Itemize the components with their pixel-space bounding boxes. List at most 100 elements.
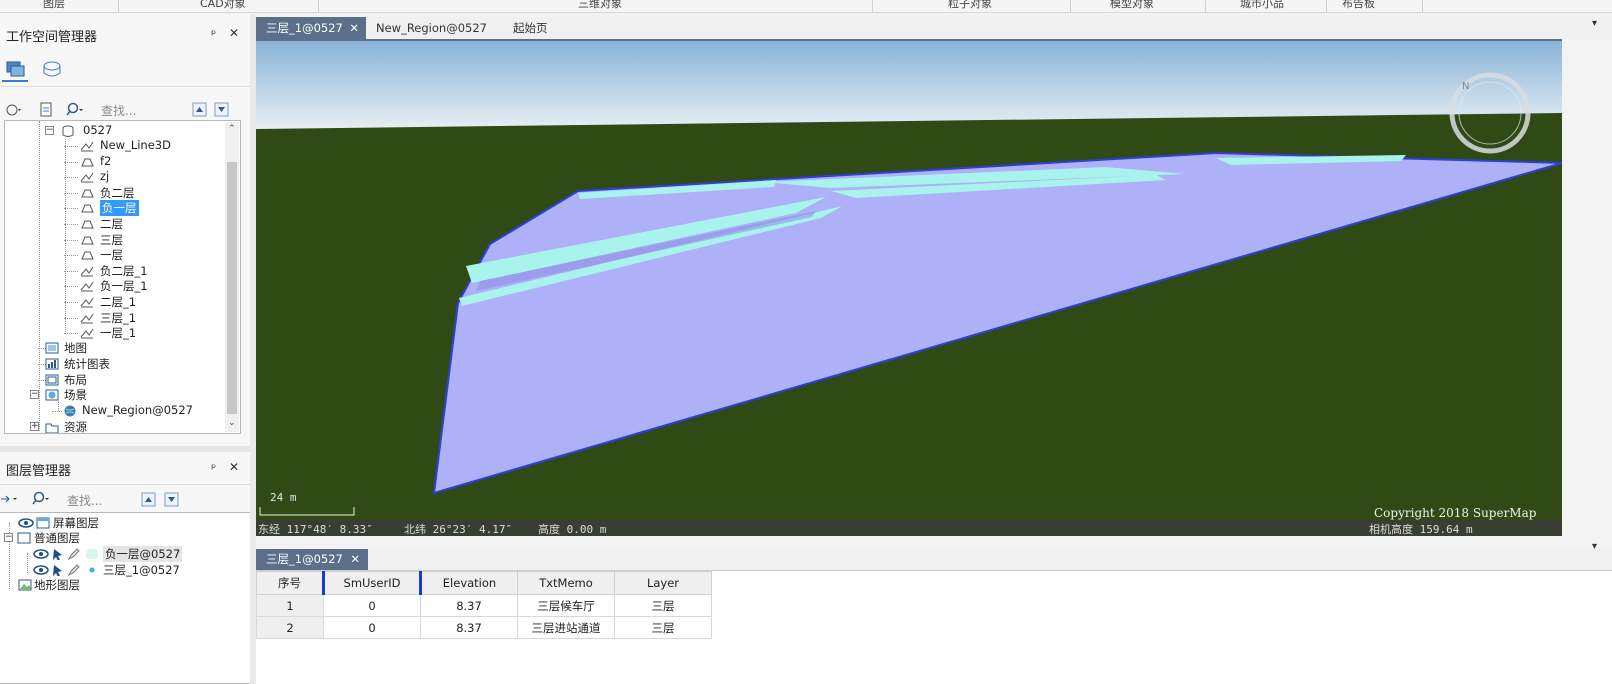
layer-node-normal[interactable]: − 普通图层 xyxy=(4,530,234,546)
map-icon xyxy=(45,342,59,354)
ribbon-group-layer: 图层 xyxy=(43,0,65,10)
scene-canvas[interactable]: N 24 m Copyright 2018 SuperMap xyxy=(256,41,1562,536)
tree-resources[interactable]: + 资源 xyxy=(30,419,230,435)
table-cell[interactable]: 1 xyxy=(256,594,324,617)
layer-manager-panel: 图层管理器 ᵖ ✕ 查找... 屏幕图层 − 普通图层 负一层@0527 三层_… xyxy=(0,452,250,684)
layer-node-layer1[interactable]: 负一层@0527 xyxy=(33,546,243,562)
status-longitude: 东经 117°48′ 8.33″ xyxy=(258,523,373,536)
tree-scene-child[interactable]: New_Region@0527 xyxy=(50,403,240,419)
tab-scene-3f[interactable]: 三层_1@0527 ✕ xyxy=(256,17,366,39)
tree-charts[interactable]: 统计图表 xyxy=(30,356,230,372)
editable-icon[interactable] xyxy=(67,564,81,576)
line-dataset-icon xyxy=(80,172,94,183)
table-cell[interactable]: 三层进站通道 xyxy=(517,616,615,639)
layer-tool-icon[interactable] xyxy=(0,491,18,507)
tab-attribute-3f[interactable]: 三层_1@0527 ✕ xyxy=(256,549,368,570)
tree-dataset-item[interactable]: 负一层_1 xyxy=(64,278,224,294)
selectable-icon[interactable] xyxy=(51,564,65,576)
open-workspace-icon[interactable] xyxy=(5,102,23,118)
dataset-label: 负一层 xyxy=(100,200,139,217)
line-dataset-icon xyxy=(80,313,94,324)
tree-dataset-item[interactable]: 负一层 xyxy=(64,200,224,217)
eye-icon[interactable] xyxy=(18,517,34,529)
layer-node-layer2[interactable]: 三层_1@0527 xyxy=(33,562,243,578)
workspace-search-input[interactable]: 查找... xyxy=(101,102,136,119)
column-header[interactable]: Layer xyxy=(614,571,712,595)
table-row[interactable]: 1 0 8.37 三层候车厅 三层 xyxy=(256,594,712,617)
tree-maps[interactable]: 地图 xyxy=(30,340,230,356)
search-icon[interactable] xyxy=(66,102,84,118)
close-icon[interactable]: ✕ xyxy=(229,26,239,40)
arrow-down-icon[interactable] xyxy=(164,492,182,508)
tree-scenes[interactable]: − 场景 xyxy=(30,387,230,403)
selectable-icon[interactable] xyxy=(51,548,65,560)
table-cell[interactable]: 0 xyxy=(323,616,421,639)
dataset-label: 二层_1 xyxy=(100,295,137,309)
close-icon[interactable]: ✕ xyxy=(349,17,359,39)
tree-dataset-item[interactable]: f2 xyxy=(64,154,224,170)
table-cell[interactable]: 三层 xyxy=(614,594,712,617)
table-cell[interactable]: 三层候车厅 xyxy=(517,594,615,617)
tab-list-arrow-icon[interactable]: ▾ xyxy=(1592,18,1597,29)
tree-dataset-item[interactable]: 一层_1 xyxy=(64,325,224,341)
region-style-icon xyxy=(86,549,98,559)
scene-viewport[interactable]: N 24 m Copyright 2018 SuperMap xyxy=(256,39,1562,536)
tree-dataset-item[interactable]: 二层_1 xyxy=(64,294,224,310)
scale-label: 24 m xyxy=(270,491,297,504)
pin-icon[interactable]: ᵖ xyxy=(211,27,216,41)
column-header[interactable]: Elevation xyxy=(420,571,518,595)
search-icon[interactable] xyxy=(32,491,50,507)
editable-icon[interactable] xyxy=(67,548,81,560)
tree-layouts[interactable]: 布局 xyxy=(30,372,230,388)
column-header[interactable]: 序号 xyxy=(256,571,325,595)
arrow-up-icon[interactable] xyxy=(141,492,159,508)
dataset-label: zj xyxy=(100,169,110,184)
ribbon-group-cad: CAD对象 xyxy=(200,0,246,10)
tree-dataset-item[interactable]: 二层 xyxy=(64,216,224,232)
tree-scrollbar[interactable]: ⌃ ⌄ xyxy=(225,122,239,432)
tree-dataset-item[interactable]: 三层 xyxy=(64,232,224,248)
tree-dataset-item[interactable]: zj xyxy=(64,169,224,185)
tree-dataset-item[interactable]: 负二层 xyxy=(64,185,224,201)
tree-dataset-item[interactable]: 负二层_1 xyxy=(64,263,224,279)
dataset-label: 三层_1 xyxy=(100,310,137,325)
scroll-up-icon[interactable]: ⌃ xyxy=(228,124,236,134)
status-latitude: 北纬 26°23′ 4.17″ xyxy=(404,523,513,536)
document-tab-strip: 三层_1@0527 ✕ New_Region@0527 起始页 xyxy=(256,17,1612,39)
pin-icon[interactable]: ᵖ xyxy=(211,461,216,475)
eye-icon[interactable] xyxy=(33,548,49,560)
scene-tab-icon[interactable] xyxy=(42,60,62,78)
layer-node-terrain[interactable]: 地形图层 xyxy=(14,577,234,593)
column-header[interactable]: TxtMemo xyxy=(517,571,615,595)
layer-tree[interactable]: 屏幕图层 − 普通图层 负一层@0527 三层_1@0527 地形图层 xyxy=(0,512,250,684)
tree-dataset-item[interactable]: New_Line3D xyxy=(64,138,224,154)
scroll-thumb[interactable] xyxy=(227,162,237,414)
new-document-icon[interactable] xyxy=(38,102,56,118)
layout-icon xyxy=(45,374,59,386)
tree-dataset-item[interactable]: 三层_1 xyxy=(64,310,224,326)
column-header[interactable]: SmUserID xyxy=(323,571,422,595)
scroll-down-icon[interactable]: ⌄ xyxy=(228,418,236,428)
layer-node-screen[interactable]: 屏幕图层 xyxy=(14,515,234,531)
dataset-label: f2 xyxy=(100,153,112,168)
table-cell[interactable]: 三层 xyxy=(614,616,712,639)
tab-new-region[interactable]: New_Region@0527 xyxy=(366,17,497,39)
table-cell[interactable]: 8.37 xyxy=(420,594,518,617)
table-cell[interactable]: 2 xyxy=(256,616,324,639)
close-icon[interactable]: ✕ xyxy=(350,549,360,570)
layer-search-input[interactable]: 查找... xyxy=(67,492,102,509)
tab-start-page[interactable]: 起始页 xyxy=(503,17,558,39)
table-cell[interactable]: 0 xyxy=(323,594,421,617)
attribute-table[interactable]: 序号 SmUserID Elevation TxtMemo Layer 1 0 8.37 三层… xyxy=(256,571,712,639)
arrow-down-icon[interactable] xyxy=(214,102,232,118)
table-cell[interactable]: 8.37 xyxy=(420,616,518,639)
workspace-tab-icon[interactable] xyxy=(6,60,26,78)
eye-icon[interactable] xyxy=(33,564,49,576)
dataset-label: 负二层 xyxy=(100,185,135,200)
close-icon[interactable]: ✕ xyxy=(229,460,239,474)
arrow-up-icon[interactable] xyxy=(192,102,210,118)
dataset-label: 一层 xyxy=(100,248,123,263)
tree-dataset-item[interactable]: 一层 xyxy=(64,247,224,263)
table-row[interactable]: 2 0 8.37 三层进站通道 三层 xyxy=(256,616,712,639)
copyright-text: Copyright 2018 SuperMap xyxy=(1374,506,1537,520)
